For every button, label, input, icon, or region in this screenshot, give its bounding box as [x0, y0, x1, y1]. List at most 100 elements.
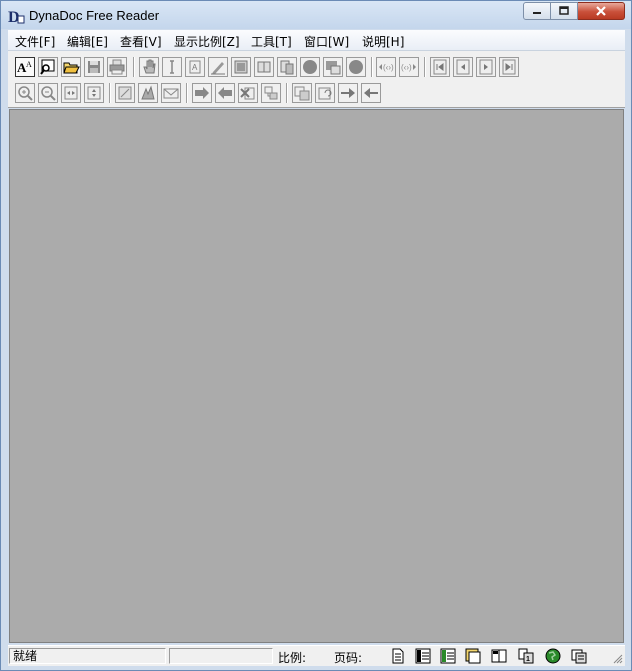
save-icon: [88, 61, 100, 73]
delete-icon: [240, 87, 255, 100]
select-area-button[interactable]: [115, 83, 135, 103]
page-layout-button[interactable]: [292, 83, 312, 103]
book-view-button[interactable]: [490, 647, 508, 665]
rotate-icon: [318, 87, 332, 100]
circle-tool-button[interactable]: [300, 57, 320, 77]
forward-button[interactable]: [192, 83, 212, 103]
pencil-button[interactable]: [208, 57, 228, 77]
print-button[interactable]: [107, 57, 127, 77]
highlight-icon: [326, 61, 341, 75]
rotate-button[interactable]: [315, 83, 335, 103]
toolbar-separator: [109, 83, 111, 103]
image-select-icon: [234, 60, 248, 74]
hand-tool-icon: [143, 59, 156, 74]
status-bar: 就绪 比例: 页码: 1: [8, 645, 625, 666]
thumbnail-button[interactable]: [464, 647, 482, 665]
thumbnail-icon: [465, 648, 481, 664]
maximize-button[interactable]: [551, 2, 578, 20]
annotation-button[interactable]: [277, 57, 297, 77]
find-button[interactable]: [38, 57, 58, 77]
menu-help[interactable]: 说明[H]: [362, 33, 404, 50]
toolbar-separator: [424, 57, 426, 77]
scroll-left-button[interactable]: (‹›): [376, 57, 396, 77]
globe-button[interactable]: [544, 647, 562, 665]
resize-grip-icon[interactable]: [613, 654, 623, 664]
svg-text:A: A: [192, 63, 198, 72]
page-layout-icon: [294, 86, 310, 101]
zoom-in-button[interactable]: [15, 83, 35, 103]
title-bar[interactable]: D DynaDoc Free Reader: [1, 1, 631, 29]
link-icon: [264, 86, 278, 100]
maximize-icon: [559, 6, 569, 15]
single-page-button[interactable]: [389, 647, 407, 665]
next-page-icon: [479, 59, 493, 75]
copy-text-button[interactable]: A: [185, 57, 205, 77]
toolbar-separator: [286, 83, 288, 103]
scroll-right-button[interactable]: (‹›): [399, 57, 419, 77]
image-select-button[interactable]: [231, 57, 251, 77]
zoom-out-icon: [41, 86, 56, 101]
last-page-icon: [502, 59, 516, 75]
link-button[interactable]: [261, 83, 281, 103]
delete-button[interactable]: [238, 83, 258, 103]
text-cursor-button[interactable]: [162, 57, 182, 77]
next-page-button[interactable]: [476, 57, 496, 77]
menu-bar: 文件[F] 编辑[E] 查看[V] 显示比例[Z] 工具[T] 窗口[W] 说明…: [8, 30, 625, 51]
menu-tools[interactable]: 工具[T]: [251, 33, 292, 50]
circle-icon: [303, 60, 317, 74]
previous-page-button[interactable]: [453, 57, 473, 77]
back-icon: [218, 87, 232, 99]
continuous-page-button[interactable]: [414, 647, 432, 665]
status-info: [169, 648, 273, 664]
mail-button[interactable]: [161, 83, 181, 103]
zoom-out-button[interactable]: [38, 83, 58, 103]
properties-button[interactable]: [570, 647, 588, 665]
stamp-icon: [141, 85, 155, 100]
app-window: D DynaDoc Free Reader 文件[F] 编辑[E] 查看[V] …: [0, 0, 632, 671]
document-view[interactable]: [9, 109, 624, 643]
close-icon: [596, 6, 606, 16]
page-info-button[interactable]: 1: [517, 647, 535, 665]
close-button[interactable]: [578, 2, 625, 20]
circle-tool-2-button[interactable]: [346, 57, 366, 77]
menu-zoom[interactable]: 显示比例[Z]: [174, 33, 240, 50]
status-ready: 就绪: [9, 648, 166, 664]
menu-edit[interactable]: 编辑[E]: [67, 33, 108, 50]
open-button[interactable]: [61, 57, 81, 77]
svg-text:1: 1: [526, 656, 530, 663]
single-page-icon: [392, 648, 404, 664]
fit-height-button[interactable]: [84, 83, 104, 103]
fit-width-button[interactable]: [61, 83, 81, 103]
text-select-button[interactable]: AA: [15, 57, 35, 77]
copy-text-icon: A: [189, 60, 201, 74]
hand-tool-button[interactable]: [139, 57, 159, 77]
last-page-button[interactable]: [499, 57, 519, 77]
minimize-icon: [533, 12, 541, 14]
svg-text:A: A: [26, 60, 32, 69]
arrow-right-button[interactable]: [338, 83, 358, 103]
arrow-left-button[interactable]: [361, 83, 381, 103]
highlight-button[interactable]: [323, 57, 343, 77]
menu-window[interactable]: 窗口[W]: [304, 33, 349, 50]
fit-height-icon: [87, 86, 101, 100]
book-view-icon: [491, 649, 507, 663]
print-icon: [109, 59, 125, 75]
bookmark-button[interactable]: [254, 57, 274, 77]
save-button[interactable]: [84, 57, 104, 77]
first-page-button[interactable]: [430, 57, 450, 77]
minimize-button[interactable]: [523, 2, 551, 20]
stamp-button[interactable]: [138, 83, 158, 103]
globe-icon: [545, 648, 561, 664]
menu-file[interactable]: 文件[F]: [15, 33, 55, 50]
scroll-right-icon: (‹›): [401, 63, 416, 72]
svg-text:(‹›): (‹›): [383, 63, 394, 72]
facing-page-button[interactable]: [439, 647, 457, 665]
text-cursor-icon: [170, 60, 174, 74]
annotation-icon: [280, 60, 294, 75]
arrow-left-icon: [364, 88, 378, 98]
back-button[interactable]: [215, 83, 235, 103]
open-folder-icon: [63, 62, 80, 74]
menu-view[interactable]: 查看[V]: [120, 33, 162, 50]
svg-text:(‹›): (‹›): [401, 63, 412, 72]
fit-width-icon: [64, 86, 78, 100]
